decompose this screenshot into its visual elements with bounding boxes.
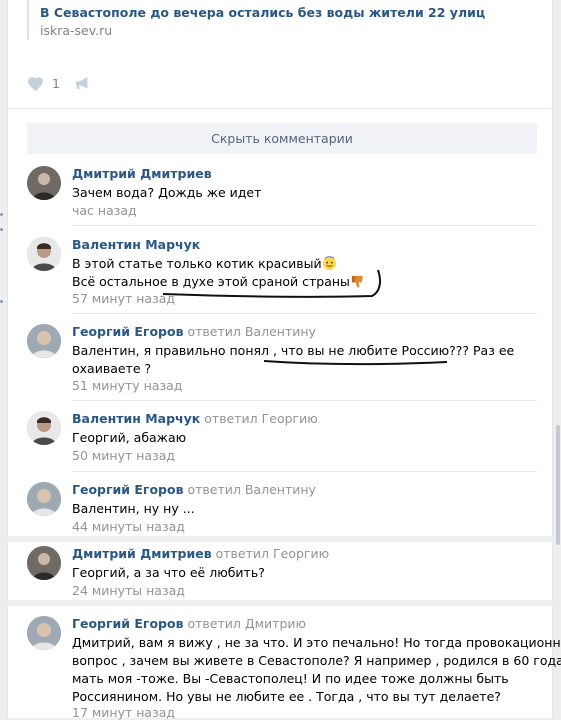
- avatar[interactable]: [27, 482, 61, 516]
- comment-author[interactable]: Георгий Егоров: [72, 482, 183, 497]
- comment-author[interactable]: Дмитрий Дмитриев: [72, 166, 212, 181]
- comment-text: Зачем вода? Дождь же идет: [72, 185, 262, 200]
- reply-prefix: ответил: [187, 324, 241, 339]
- avatar[interactable]: [27, 411, 61, 445]
- reply-target[interactable]: Валентину: [245, 482, 316, 497]
- screenshot-seam: [0, 536, 561, 542]
- comment: Валентин Марчук ответил Георгию Георгий, …: [27, 411, 537, 463]
- screenshot-seam: [0, 600, 561, 606]
- comment-time[interactable]: 51 минуту назад: [72, 378, 182, 393]
- comment-divider: [72, 400, 537, 401]
- comment-text: Дмитрий, вам я вижу , не за что. И это п…: [72, 635, 561, 704]
- avatar[interactable]: [27, 616, 61, 650]
- avatar[interactable]: [27, 546, 61, 580]
- comment: Дмитрий Дмитриев Зачем вода? Дождь же ид…: [27, 166, 537, 218]
- like-button[interactable]: 1: [27, 76, 60, 91]
- comment-divider: [72, 225, 537, 226]
- reply-prefix: ответил: [215, 546, 270, 561]
- post-actions: 1: [27, 73, 91, 93]
- handdrawn-underline: [162, 269, 381, 298]
- avatar[interactable]: [27, 237, 61, 271]
- comment-time[interactable]: час назад: [72, 203, 137, 218]
- hide-comments-button[interactable]: Скрыть комментарии: [27, 123, 537, 154]
- handdrawn-underline: [263, 360, 448, 366]
- comment-author[interactable]: Валентин Марчук: [72, 411, 200, 426]
- comment: Георгий Егоров ответил Валентину Валентин…: [27, 482, 537, 534]
- section-divider: [7, 108, 551, 109]
- left-edge-mark: [0, 300, 3, 303]
- comment-divider: [72, 471, 537, 472]
- reply-target[interactable]: Дмитрию: [245, 616, 306, 631]
- comment: Георгий Егоров ответил Дмитрию Дмитрий, в…: [27, 616, 561, 720]
- left-edge-mark: [0, 213, 3, 216]
- comment: Дмитрий Дмитриев ответил Георгию Георгий,…: [27, 546, 537, 598]
- comment-author[interactable]: Дмитрий Дмитриев: [72, 546, 212, 561]
- megaphone-icon: [76, 76, 88, 89]
- reply-target[interactable]: Георгию: [262, 411, 318, 426]
- comment-time[interactable]: 44 минуты назад: [72, 519, 185, 534]
- comment-author[interactable]: Георгий Егоров: [72, 324, 183, 339]
- comment-text: Георгий, а за что её любить?: [72, 565, 265, 580]
- reply-prefix: ответил: [187, 482, 241, 497]
- link-preview[interactable]: [27, 0, 40, 40]
- reply-prefix: ответил: [187, 616, 241, 631]
- comment-text: Валентин, ну ну ...: [72, 501, 195, 516]
- avatar[interactable]: [27, 166, 61, 200]
- link-title[interactable]: В Севастополе до вечера остались без вод…: [40, 5, 485, 20]
- share-button[interactable]: [74, 76, 91, 91]
- left-edge-mark: [0, 228, 3, 231]
- avatar[interactable]: [27, 324, 61, 358]
- comment-time[interactable]: 24 минуты назад: [72, 583, 185, 598]
- comment-divider: [72, 313, 537, 314]
- heart-icon: [28, 76, 43, 91]
- reply-target[interactable]: Валентину: [245, 324, 316, 339]
- comment-text: Георгий, абажаю: [72, 430, 187, 445]
- comment-author[interactable]: Георгий Егоров: [72, 616, 183, 631]
- link-source[interactable]: iskra-sev.ru: [40, 23, 112, 38]
- scrollbar-thumb[interactable]: [556, 425, 560, 545]
- comment-time[interactable]: 50 минут назад: [72, 448, 175, 463]
- like-count: 1: [52, 75, 60, 91]
- comment-author[interactable]: Валентин Марчук: [72, 237, 200, 252]
- reply-prefix: ответил: [204, 411, 258, 426]
- reply-target[interactable]: Георгию: [273, 546, 329, 561]
